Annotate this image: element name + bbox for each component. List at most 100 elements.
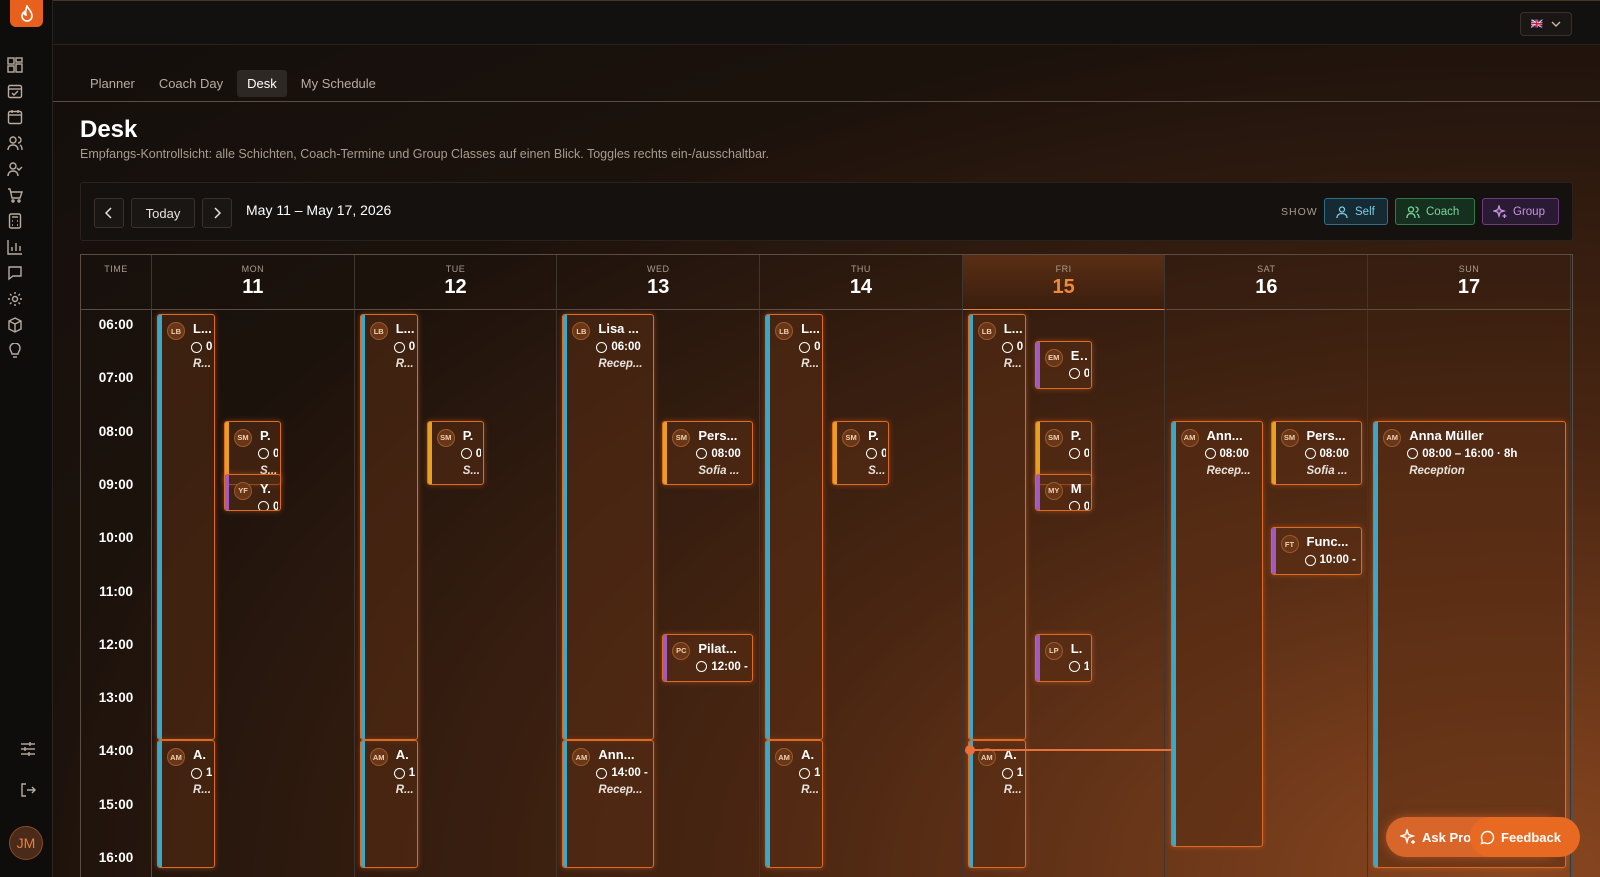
sidebar: JM (0, 0, 53, 877)
event-role: Recep... (598, 784, 643, 797)
time-header-label: TIME (104, 264, 128, 274)
language-select[interactable]: 🇬🇧 (1520, 12, 1572, 36)
event-card-self[interactable]: AM Anna Müller 08:00 – 16:00 · 8h Reception (1373, 420, 1567, 869)
event-card-group[interactable]: FT Func... 10:00 - (1270, 527, 1362, 576)
calendar-check-icon[interactable] (7, 83, 25, 101)
day-date: 17 (1457, 276, 1481, 298)
tab-coach-day[interactable]: Coach Day (149, 70, 233, 97)
clock-icon (1068, 448, 1080, 460)
message-icon[interactable] (7, 265, 25, 283)
toggle-coach[interactable]: Coach (1395, 198, 1475, 225)
event-time: 0 (460, 448, 481, 460)
event-card-self[interactable]: AM Ann... 14:00 - Recep... (562, 740, 655, 869)
toggle-group-label: Group (1513, 205, 1545, 218)
day-header-fri[interactable]: FRI 15 (962, 255, 1166, 310)
event-time: 1 (191, 767, 212, 779)
flame-logo-icon[interactable] (10, 0, 43, 27)
event-card-group[interactable]: PC Pilat... 12:00 - (662, 633, 754, 682)
event-title: P. (260, 427, 271, 443)
event-time: 06:00 (596, 341, 651, 353)
user-check-icon[interactable] (7, 161, 25, 179)
event-avatar: SM (1280, 428, 1299, 447)
event-title: P. (868, 427, 879, 443)
clock-icon (1407, 448, 1419, 460)
event-time-text: 14:00 - (611, 767, 648, 780)
event-card-self[interactable]: AM A. 1 R... (967, 740, 1026, 869)
lightbulb-icon[interactable] (7, 342, 25, 361)
event-card-coach[interactable]: SM Pers... 08:00 Sofia ... (662, 420, 754, 485)
event-card-self[interactable]: LB L... 0 R... (359, 314, 418, 741)
calculator-icon[interactable] (7, 213, 25, 231)
toggle-group[interactable]: Group (1482, 198, 1559, 225)
bar-chart-icon[interactable] (7, 239, 25, 257)
today-button[interactable]: Today (131, 198, 195, 228)
cart-icon[interactable] (7, 187, 25, 205)
tab-planner[interactable]: Planner (80, 70, 145, 97)
day-date: 14 (849, 276, 873, 298)
event-time-text: 0 (881, 448, 886, 460)
tab-desk[interactable]: Desk (237, 70, 287, 97)
event-time: 08:00 (696, 448, 750, 460)
prev-week-button[interactable] (94, 198, 124, 228)
event-card-group[interactable]: EM E... 0 (1034, 340, 1092, 389)
event-card-self[interactable]: LB Lisa ... 06:00 Recep... (562, 314, 655, 741)
day-header-tue[interactable]: TUE 12 (354, 255, 558, 310)
day-name: MON (241, 264, 265, 274)
event-title: P. (1070, 427, 1082, 443)
event-time: 0 (1068, 368, 1089, 380)
event-avatar: LB (369, 322, 388, 340)
event-avatar: SM (234, 428, 252, 447)
event-card-self[interactable]: LB L... 0 R... (157, 314, 215, 741)
toggle-self[interactable]: Self (1324, 198, 1388, 225)
event-card-self[interactable]: AM Ann... 08:00 Recep... (1170, 420, 1263, 847)
clock-icon (799, 767, 811, 779)
sliders-icon[interactable] (20, 741, 38, 759)
day-header-wed[interactable]: WED 13 (557, 255, 761, 310)
event-time: 12:00 - (696, 661, 750, 673)
event-card-self[interactable]: AM A. 1 R... (157, 740, 215, 869)
event-time-text: 1 (1084, 661, 1089, 673)
event-time-text: 08:00 – 16:00 · 8h (1422, 447, 1518, 460)
next-week-button[interactable] (202, 198, 232, 228)
day-name: TUE (445, 264, 466, 274)
box-icon[interactable] (7, 317, 25, 335)
event-role: S... (462, 464, 480, 477)
calendar-icon[interactable] (7, 109, 25, 127)
event-time: 1 (1001, 767, 1023, 779)
event-card-coach[interactable]: SM P.0 S... (832, 420, 890, 485)
event-card-group[interactable]: LP L.1 (1034, 633, 1092, 682)
event-card-self[interactable]: LB L... 0 R... (967, 314, 1026, 741)
week-calendar: TIME MON 11 TUE 12 WED 13 THU 14 FRI 15 SAT 16 SUN 17… (80, 254, 1573, 877)
time-label: 09:00 (98, 476, 134, 492)
day-header-sun[interactable]: SUN 17 (1368, 255, 1571, 310)
logout-icon[interactable] (20, 782, 38, 800)
day-header-sat[interactable]: SAT 16 (1165, 255, 1369, 310)
event-title: Anna Müller (1409, 427, 1484, 443)
event-title: Y. (260, 480, 271, 496)
user-avatar[interactable]: JM (9, 826, 43, 860)
event-time: 08:00 (1204, 448, 1260, 460)
day-name: SUN (1458, 264, 1480, 274)
event-time-text: 0 (206, 341, 212, 353)
clock-icon (1068, 661, 1080, 673)
event-card-self[interactable]: AM A. 1 R... (765, 740, 824, 869)
day-date: 12 (444, 276, 467, 298)
feedback-button[interactable]: Feedback (1470, 817, 1580, 857)
event-card-self[interactable]: AM A. 1 R... (359, 740, 418, 869)
gear-icon[interactable] (7, 291, 25, 309)
event-card-group[interactable]: MY M0 (1034, 473, 1092, 512)
event-title: Pilat... (698, 640, 737, 656)
tab-my-schedule[interactable]: My Schedule (291, 70, 386, 97)
users-icon[interactable] (7, 135, 25, 153)
day-header-thu[interactable]: THU 14 (760, 255, 963, 310)
day-header-mon[interactable]: MON 11 (152, 255, 355, 310)
event-time-text: 0 (408, 341, 415, 353)
event-card-coach[interactable]: SM Pers... 08:00 Sofia ... (1270, 420, 1362, 485)
dashboard-icon[interactable] (7, 57, 25, 75)
event-card-self[interactable]: LB L... 0 R... (765, 314, 824, 741)
event-card-coach[interactable]: SM P.0 S... (426, 420, 484, 485)
sparkles-icon (1493, 204, 1507, 218)
event-title: L... (801, 321, 820, 336)
event-card-group[interactable]: YF Y.0 (224, 473, 281, 512)
show-label: SHOW (1281, 206, 1318, 218)
